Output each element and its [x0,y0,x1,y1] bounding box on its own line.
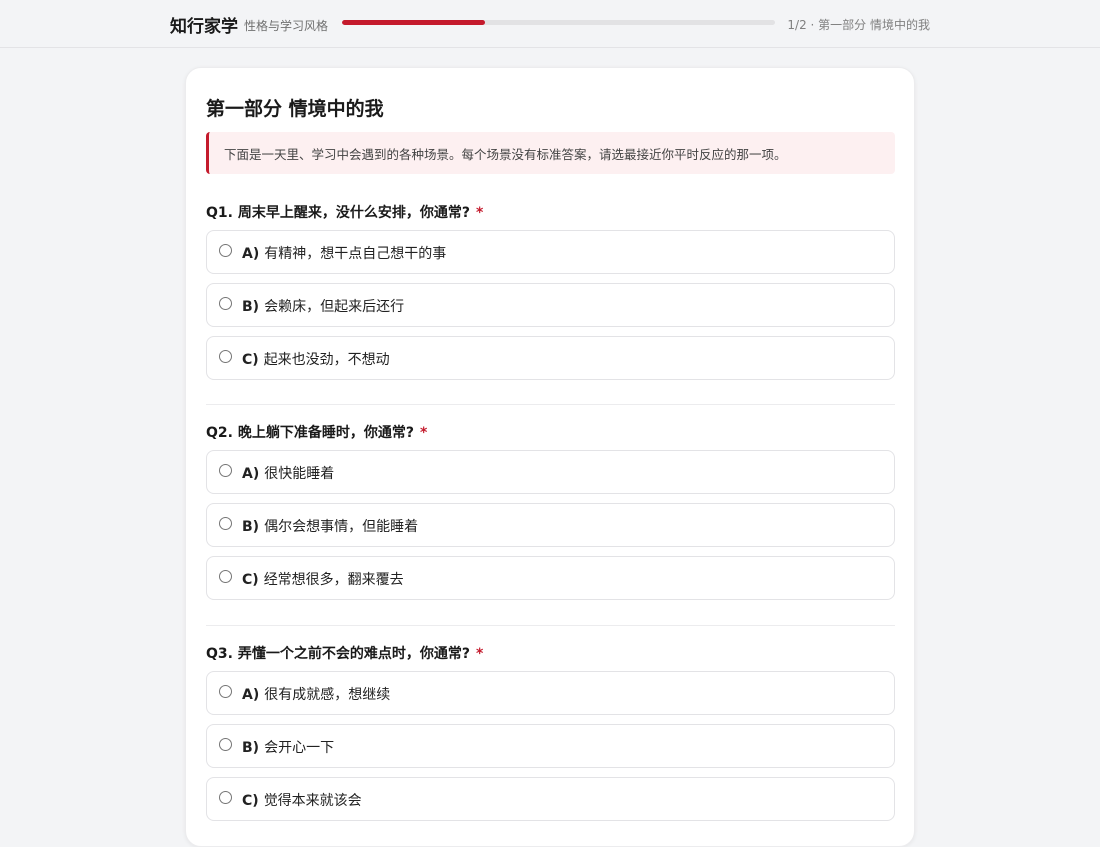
option-q1-c[interactable]: C) 起来也没劲，不想动 [206,336,895,380]
option-key: C) [242,352,259,368]
option-label: 偶尔会想事情，但能睡着 [264,519,419,535]
option-label: 经常想很多，翻来覆去 [263,572,404,588]
required-marker: * [475,646,484,662]
radio-button[interactable] [219,517,232,530]
question-3: Q3. 弄懂一个之前不会的难点时，你通常? * A) 很有成就感，想继续 B) 会开心… [206,643,895,821]
section-notice: 下面是一天里、学习中会遇到的各种场景。每个场景没有标准答案，请选最接近你平时反应… [206,132,895,174]
radio-button[interactable] [219,350,232,363]
option-q1-b[interactable]: B) 会赖床，但起来后还行 [206,283,895,327]
question-title: Q1. 周末早上醒来，没什么安排，你通常? * [206,202,895,224]
option-q3-a[interactable]: A) 很有成就感，想继续 [206,671,895,715]
option-key: A) [242,687,260,703]
brand-logo-text: 知行家学 [170,17,238,37]
required-marker: * [475,205,484,221]
option-key: C) [242,793,259,809]
option-key: B) [242,519,260,535]
option-key: B) [242,740,260,756]
question-text: Q3. 弄懂一个之前不会的难点时，你通常? [206,646,470,662]
question-1: Q1. 周末早上醒来，没什么安排，你通常? * A) 有精神，想干点自己想干的事 B… [206,202,895,380]
radio-button[interactable] [219,738,232,751]
question-divider [206,404,895,405]
option-key: B) [242,299,260,315]
radio-button[interactable] [219,297,232,310]
option-label: 会开心一下 [264,740,335,756]
question-title: Q3. 弄懂一个之前不会的难点时，你通常? * [206,643,895,665]
option-q2-c[interactable]: C) 经常想很多，翻来覆去 [206,556,895,600]
option-key: A) [242,466,260,482]
option-key: A) [242,246,260,262]
question-text: Q2. 晚上躺下准备睡时，你通常? [206,425,414,441]
progress-label: 1/2 · 第一部分 情境中的我 [787,18,930,32]
radio-button[interactable] [219,244,232,257]
progress-fill [342,20,485,25]
option-label: 起来也没劲，不想动 [263,352,390,368]
option-label: 很快能睡着 [264,466,335,482]
question-text: Q1. 周末早上醒来，没什么安排，你通常? [206,205,470,221]
option-key: C) [242,572,259,588]
option-q2-b[interactable]: B) 偶尔会想事情，但能睡着 [206,503,895,547]
option-q2-a[interactable]: A) 很快能睡着 [206,450,895,494]
option-label: 有精神，想干点自己想干的事 [264,246,447,262]
header-subtitle: 性格与学习风格 [244,19,329,33]
questionnaire-card: 第一部分 情境中的我 下面是一天里、学习中会遇到的各种场景。每个场景没有标准答案… [185,67,915,847]
question-divider [206,625,895,626]
question-2: Q2. 晚上躺下准备睡时，你通常? * A) 很快能睡着 B) 偶尔会想事情，但能睡着… [206,422,895,600]
option-q1-a[interactable]: A) 有精神，想干点自己想干的事 [206,230,895,274]
radio-button[interactable] [219,685,232,698]
radio-button[interactable] [219,791,232,804]
option-label: 很有成就感，想继续 [264,687,391,703]
required-marker: * [419,425,428,441]
option-label: 觉得本来就该会 [263,793,362,809]
option-q3-b[interactable]: B) 会开心一下 [206,724,895,768]
section-title: 第一部分 情境中的我 [206,98,384,120]
option-q3-c[interactable]: C) 觉得本来就该会 [206,777,895,821]
radio-button[interactable] [219,464,232,477]
question-title: Q2. 晚上躺下准备睡时，你通常? * [206,422,895,444]
progress-bar [342,20,775,25]
radio-button[interactable] [219,570,232,583]
option-label: 会赖床，但起来后还行 [264,299,405,315]
top-bar: 知行家学 性格与学习风格 1/2 · 第一部分 情境中的我 [0,0,1100,48]
